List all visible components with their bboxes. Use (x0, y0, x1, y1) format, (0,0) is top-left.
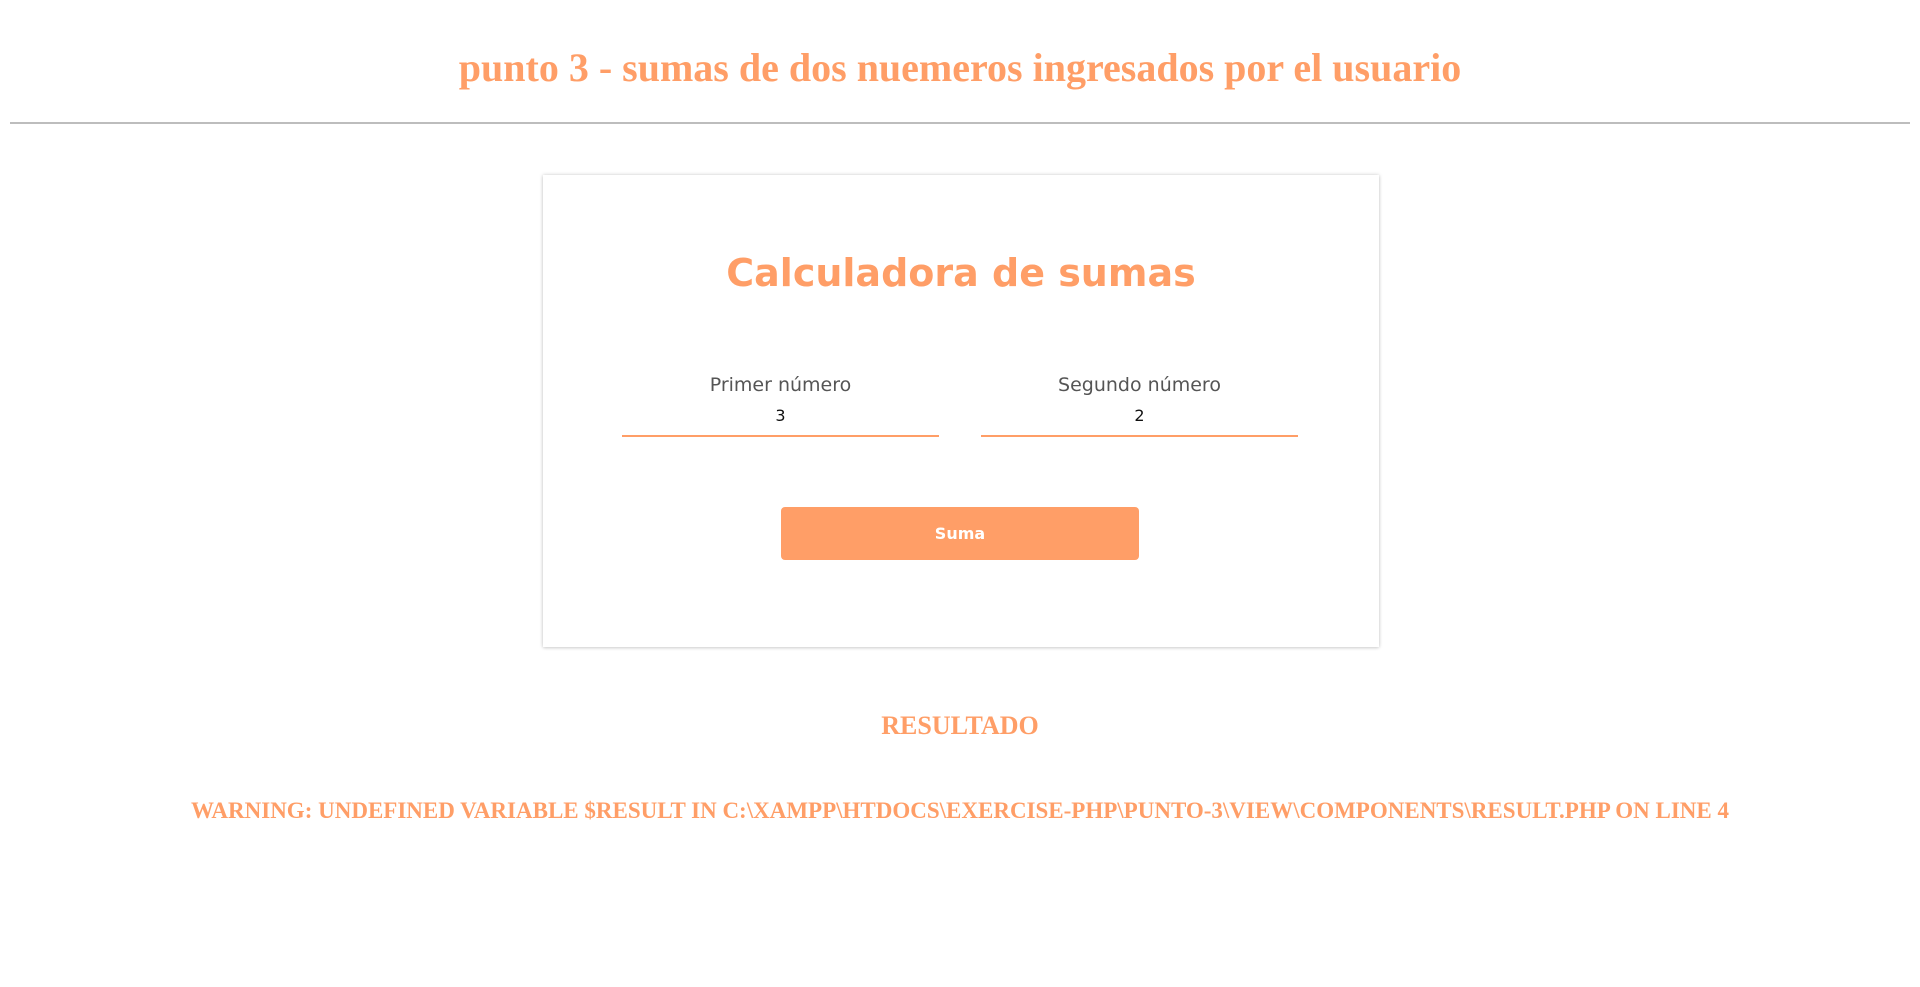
result-heading: RESULTADO (881, 711, 1039, 740)
sum-button[interactable]: Suma (781, 507, 1139, 560)
result-warning-message: WARNING: UNDEFINED VARIABLE $RESULT IN C… (190, 798, 1730, 823)
calculator-card: Calculadora de sumas Primer número Segun… (543, 175, 1379, 647)
header-divider (10, 122, 1910, 124)
page-title: punto 3 - sumas de dos nuemeros ingresad… (458, 45, 1462, 90)
first-number-field: Primer número (622, 371, 939, 437)
first-number-label: Primer número (709, 374, 852, 396)
first-number-input[interactable] (622, 405, 939, 437)
second-number-field: Segundo número (981, 371, 1298, 437)
second-number-input[interactable] (981, 405, 1298, 437)
calculator-title: Calculadora de sumas (726, 251, 1196, 295)
second-number-label: Segundo número (1058, 374, 1221, 396)
